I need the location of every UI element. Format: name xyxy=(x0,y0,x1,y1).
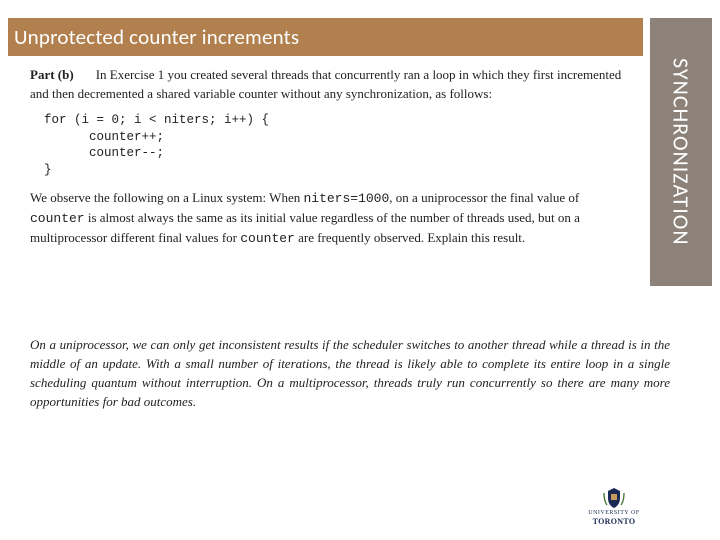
university-logo: UNIVERSITY OF TORONTO xyxy=(584,487,644,526)
obs-tt-counter-1: counter xyxy=(30,211,85,226)
section-sidebar: SYNCHRONIZATION xyxy=(650,18,712,286)
code-block: for (i = 0; i < niters; i++) { counter++… xyxy=(44,112,630,180)
slide-title: Unprotected counter increments xyxy=(8,24,299,50)
title-bar: Unprotected counter increments xyxy=(8,18,643,56)
intro-text: In Exercise 1 you created several thread… xyxy=(30,67,621,101)
part-heading-row: Part (b)In Exercise 1 you created severa… xyxy=(30,66,630,104)
obs-text-d: are frequently observed. Explain this re… xyxy=(295,230,525,245)
logo-line1: UNIVERSITY OF xyxy=(584,510,644,517)
slide-container: Unprotected counter increments SYNCHRONI… xyxy=(8,18,712,532)
obs-tt-niters: niters=1000 xyxy=(303,191,389,206)
section-label: SYNCHRONIZATION xyxy=(668,58,695,246)
crest-icon xyxy=(601,487,627,509)
observation-paragraph: We observe the following on a Linux syst… xyxy=(30,189,630,249)
obs-text-a: We observe the following on a Linux syst… xyxy=(30,190,303,205)
content-area: Part (b)In Exercise 1 you created severa… xyxy=(30,66,630,249)
obs-tt-counter-2: counter xyxy=(240,231,295,246)
logo-line2: TORONTO xyxy=(584,517,644,526)
part-label: Part (b) xyxy=(30,67,74,82)
obs-text-b: , on a uniprocessor the final value of xyxy=(389,190,579,205)
answer-paragraph: On a uniprocessor, we can only get incon… xyxy=(30,336,670,411)
